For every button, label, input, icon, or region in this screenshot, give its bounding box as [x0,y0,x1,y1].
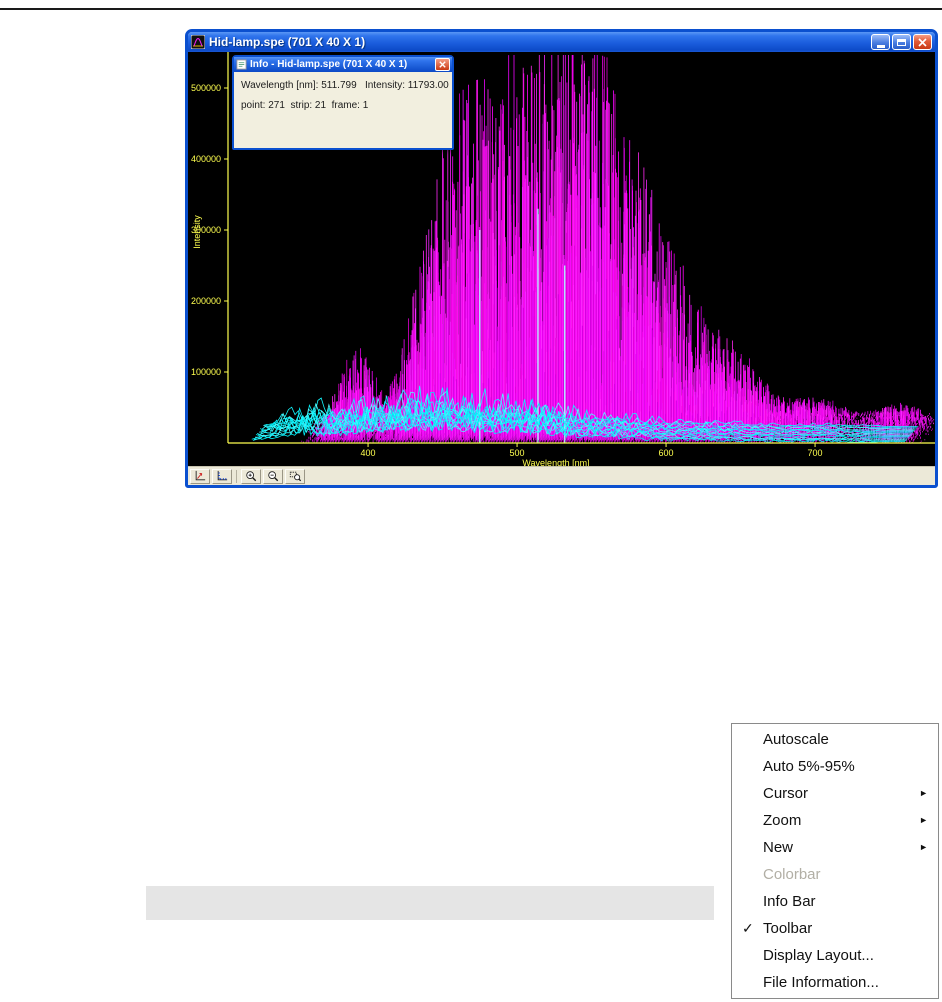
info-window-title: Info - Hid-lamp.spe (701 X 40 X 1) [250,59,408,70]
menu-item-autoscale[interactable]: Autoscale [732,726,938,753]
plot-area[interactable]: 100000 200000 300000 400000 500000 400 500 600 7… [188,52,935,467]
info-window-titlebar[interactable]: Info - Hid-lamp.spe (701 X 40 X 1) [234,57,452,72]
close-button[interactable] [913,34,932,50]
check-icon: ✓ [742,920,754,936]
close-icon [918,37,927,47]
zoom-out-button[interactable] [263,468,283,484]
menu-item-label: File Information... [763,974,879,991]
submenu-arrow-icon: ► [919,788,928,798]
svg-text:700: 700 [808,448,823,458]
page-top-rule [0,8,942,10]
info-window-body: Wavelength [nm]: 511.799 Intensity: 1179… [234,72,452,148]
menu-item-label: Zoom [763,812,802,829]
svg-text:400: 400 [361,448,376,458]
info-window-icon [236,59,247,70]
menu-item-label: New [763,839,794,856]
window-titlebar[interactable]: Hid-lamp.spe (701 X 40 X 1) [188,32,935,52]
minimize-icon [876,44,885,48]
info-window: Info - Hid-lamp.spe (701 X 40 X 1) Wavel… [232,55,454,150]
restore-button[interactable] [892,34,911,50]
svg-text:600: 600 [659,448,674,458]
menu-item-label: Info Bar [763,893,816,910]
svg-text:200000: 200000 [191,296,221,306]
submenu-arrow-icon: ► [919,842,928,852]
info-readout-point-strip-frame: point: 271 strip: 21 frame: 1 [241,100,369,111]
window-controls [871,34,932,50]
window-title: Hid-lamp.spe (701 X 40 X 1) [209,35,366,49]
menu-item-info-bar[interactable]: Info Bar [732,888,938,915]
autoscale-button[interactable] [190,468,210,484]
zoom-in-icon [245,470,257,482]
window-icon [191,35,205,49]
zoom-box-icon [289,470,301,482]
scale-axes-button[interactable] [212,468,232,484]
menu-item-file-information[interactable]: File Information... [732,969,938,996]
info-close-icon [439,61,446,68]
autoscale-icon [194,470,206,482]
zoom-box-button[interactable] [285,468,305,484]
menu-item-toolbar[interactable]: ✓ Toolbar [732,915,938,942]
menu-item-zoom[interactable]: Zoom ► [732,807,938,834]
menu-item-auto-5-95[interactable]: Auto 5%-95% [732,753,938,780]
highlight-bar [146,886,714,920]
svg-text:500000: 500000 [191,83,221,93]
restore-icon [897,38,906,46]
scale-axes-icon [216,470,228,482]
menu-item-label: Auto 5%-95% [763,758,855,775]
menu-item-colorbar: Colorbar [732,861,938,888]
info-close-button[interactable] [435,58,450,71]
toolbar-separator [236,469,237,483]
minimize-button[interactable] [871,34,890,50]
page: Hid-lamp.spe (701 X 40 X 1) 100000 200000… [0,0,942,1002]
context-menu: Autoscale Auto 5%-95% Cursor ► Zoom ► New ► Colo… [731,723,939,999]
menu-item-label: Display Layout... [763,947,874,964]
zoom-out-icon [267,470,279,482]
info-readout-wavelength-intensity: Wavelength [nm]: 511.799 Intensity: 1179… [241,80,449,91]
svg-text:500: 500 [510,448,525,458]
svg-text:400000: 400000 [191,154,221,164]
menu-item-label: Autoscale [763,731,829,748]
menu-item-new[interactable]: New ► [732,834,938,861]
menu-item-display-layout[interactable]: Display Layout... [732,942,938,969]
menu-item-label: Toolbar [763,920,813,937]
plot-toolbar [188,466,935,485]
svg-text:100000: 100000 [191,367,221,377]
zoom-in-button[interactable] [241,468,261,484]
submenu-arrow-icon: ► [919,815,928,825]
menu-item-cursor[interactable]: Cursor ► [732,780,938,807]
menu-item-label: Colorbar [763,866,821,883]
svg-text:Intensity: Intensity [192,215,202,249]
menu-item-label: Cursor [763,785,809,802]
app-window: Hid-lamp.spe (701 X 40 X 1) 100000 200000… [185,29,938,488]
